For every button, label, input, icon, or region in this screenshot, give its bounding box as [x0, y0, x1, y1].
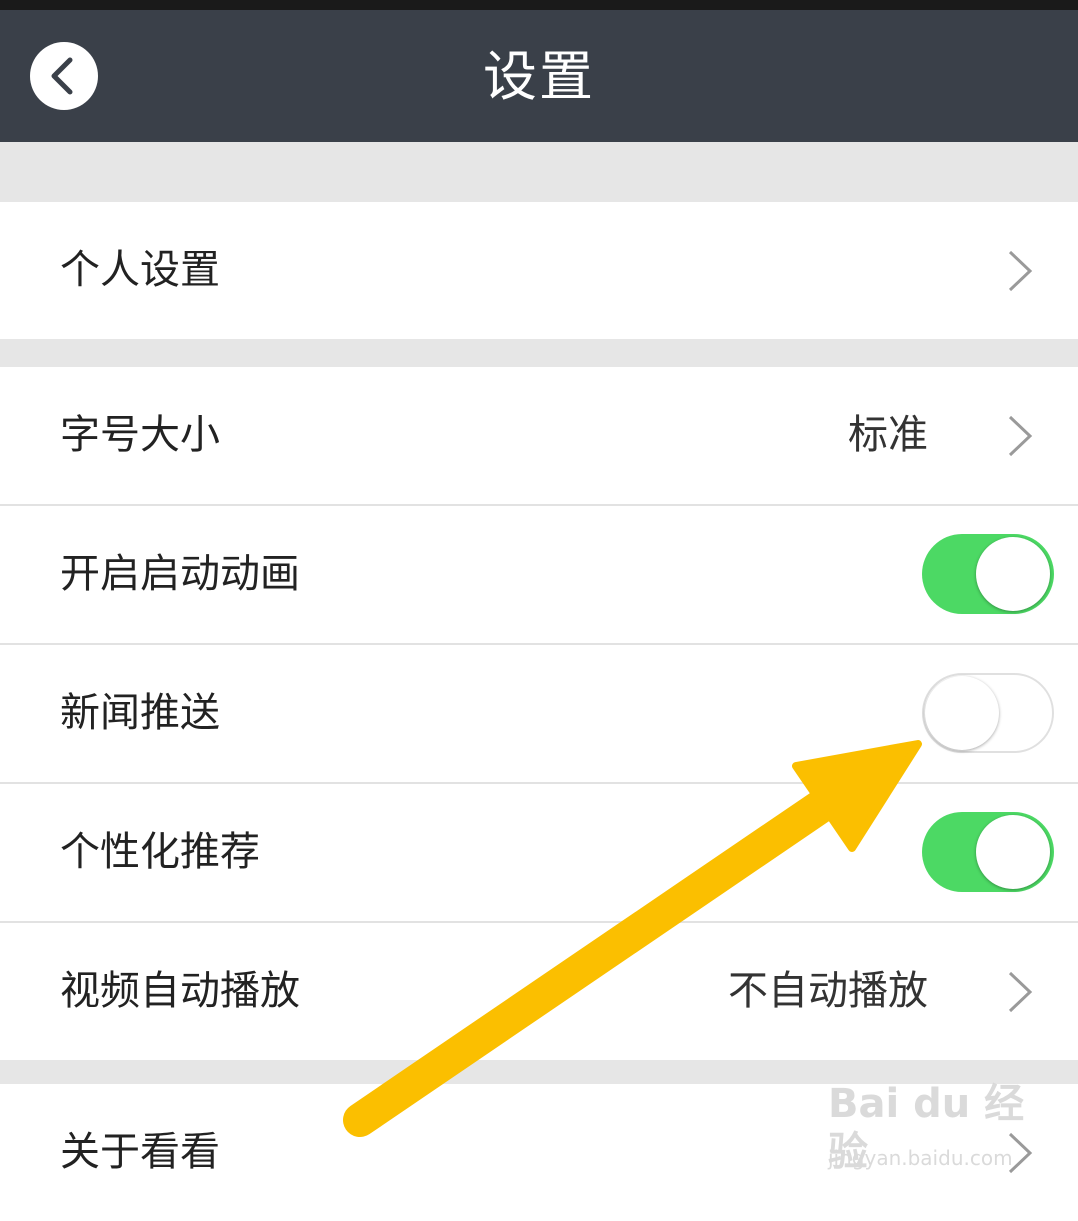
personal-settings-label: 个人设置	[60, 247, 220, 293]
chevron-right-icon	[1008, 971, 1033, 1013]
news-push-label: 新闻推送	[60, 690, 220, 736]
settings-group-personal: 个人设置	[0, 202, 1078, 339]
font-size-label: 字号大小	[60, 412, 220, 458]
personalized-recommend-row: 个性化推荐	[0, 782, 1078, 921]
video-autoplay-label: 视频自动播放	[60, 968, 300, 1014]
toggle-knob	[976, 537, 1050, 611]
font-size-value: 标准	[848, 412, 928, 458]
news-push-row: 新闻推送	[0, 643, 1078, 782]
launch-animation-row: 开启启动动画	[0, 504, 1078, 643]
launch-animation-toggle[interactable]	[922, 534, 1054, 614]
personalized-recommend-toggle[interactable]	[922, 812, 1054, 892]
font-size-row[interactable]: 字号大小 标准	[0, 367, 1078, 504]
launch-animation-label: 开启启动动画	[60, 551, 300, 597]
toggle-knob	[925, 676, 999, 750]
video-autoplay-value: 不自动播放	[728, 968, 928, 1014]
chevron-right-icon	[1008, 250, 1033, 292]
watermark: Bai du 经验 jingyan.baidu.com	[828, 1080, 1028, 1180]
chevron-right-icon	[1008, 415, 1033, 457]
status-bar	[0, 0, 1078, 10]
news-push-toggle[interactable]	[922, 673, 1054, 753]
watermark-url: jingyan.baidu.com	[828, 1146, 1013, 1170]
about-label: 关于看看	[60, 1129, 220, 1175]
personalized-recommend-label: 个性化推荐	[60, 829, 260, 875]
page-title: 设置	[483, 45, 595, 108]
personal-settings-row[interactable]: 个人设置	[0, 202, 1078, 339]
header-bar: 设置	[0, 10, 1078, 142]
video-autoplay-row[interactable]: 视频自动播放 不自动播放	[0, 921, 1078, 1060]
settings-group-general: 字号大小 标准 开启启动动画 新闻推送 个性化推荐 视频自动播放 不自动播放	[0, 367, 1078, 1060]
toggle-knob	[976, 815, 1050, 889]
